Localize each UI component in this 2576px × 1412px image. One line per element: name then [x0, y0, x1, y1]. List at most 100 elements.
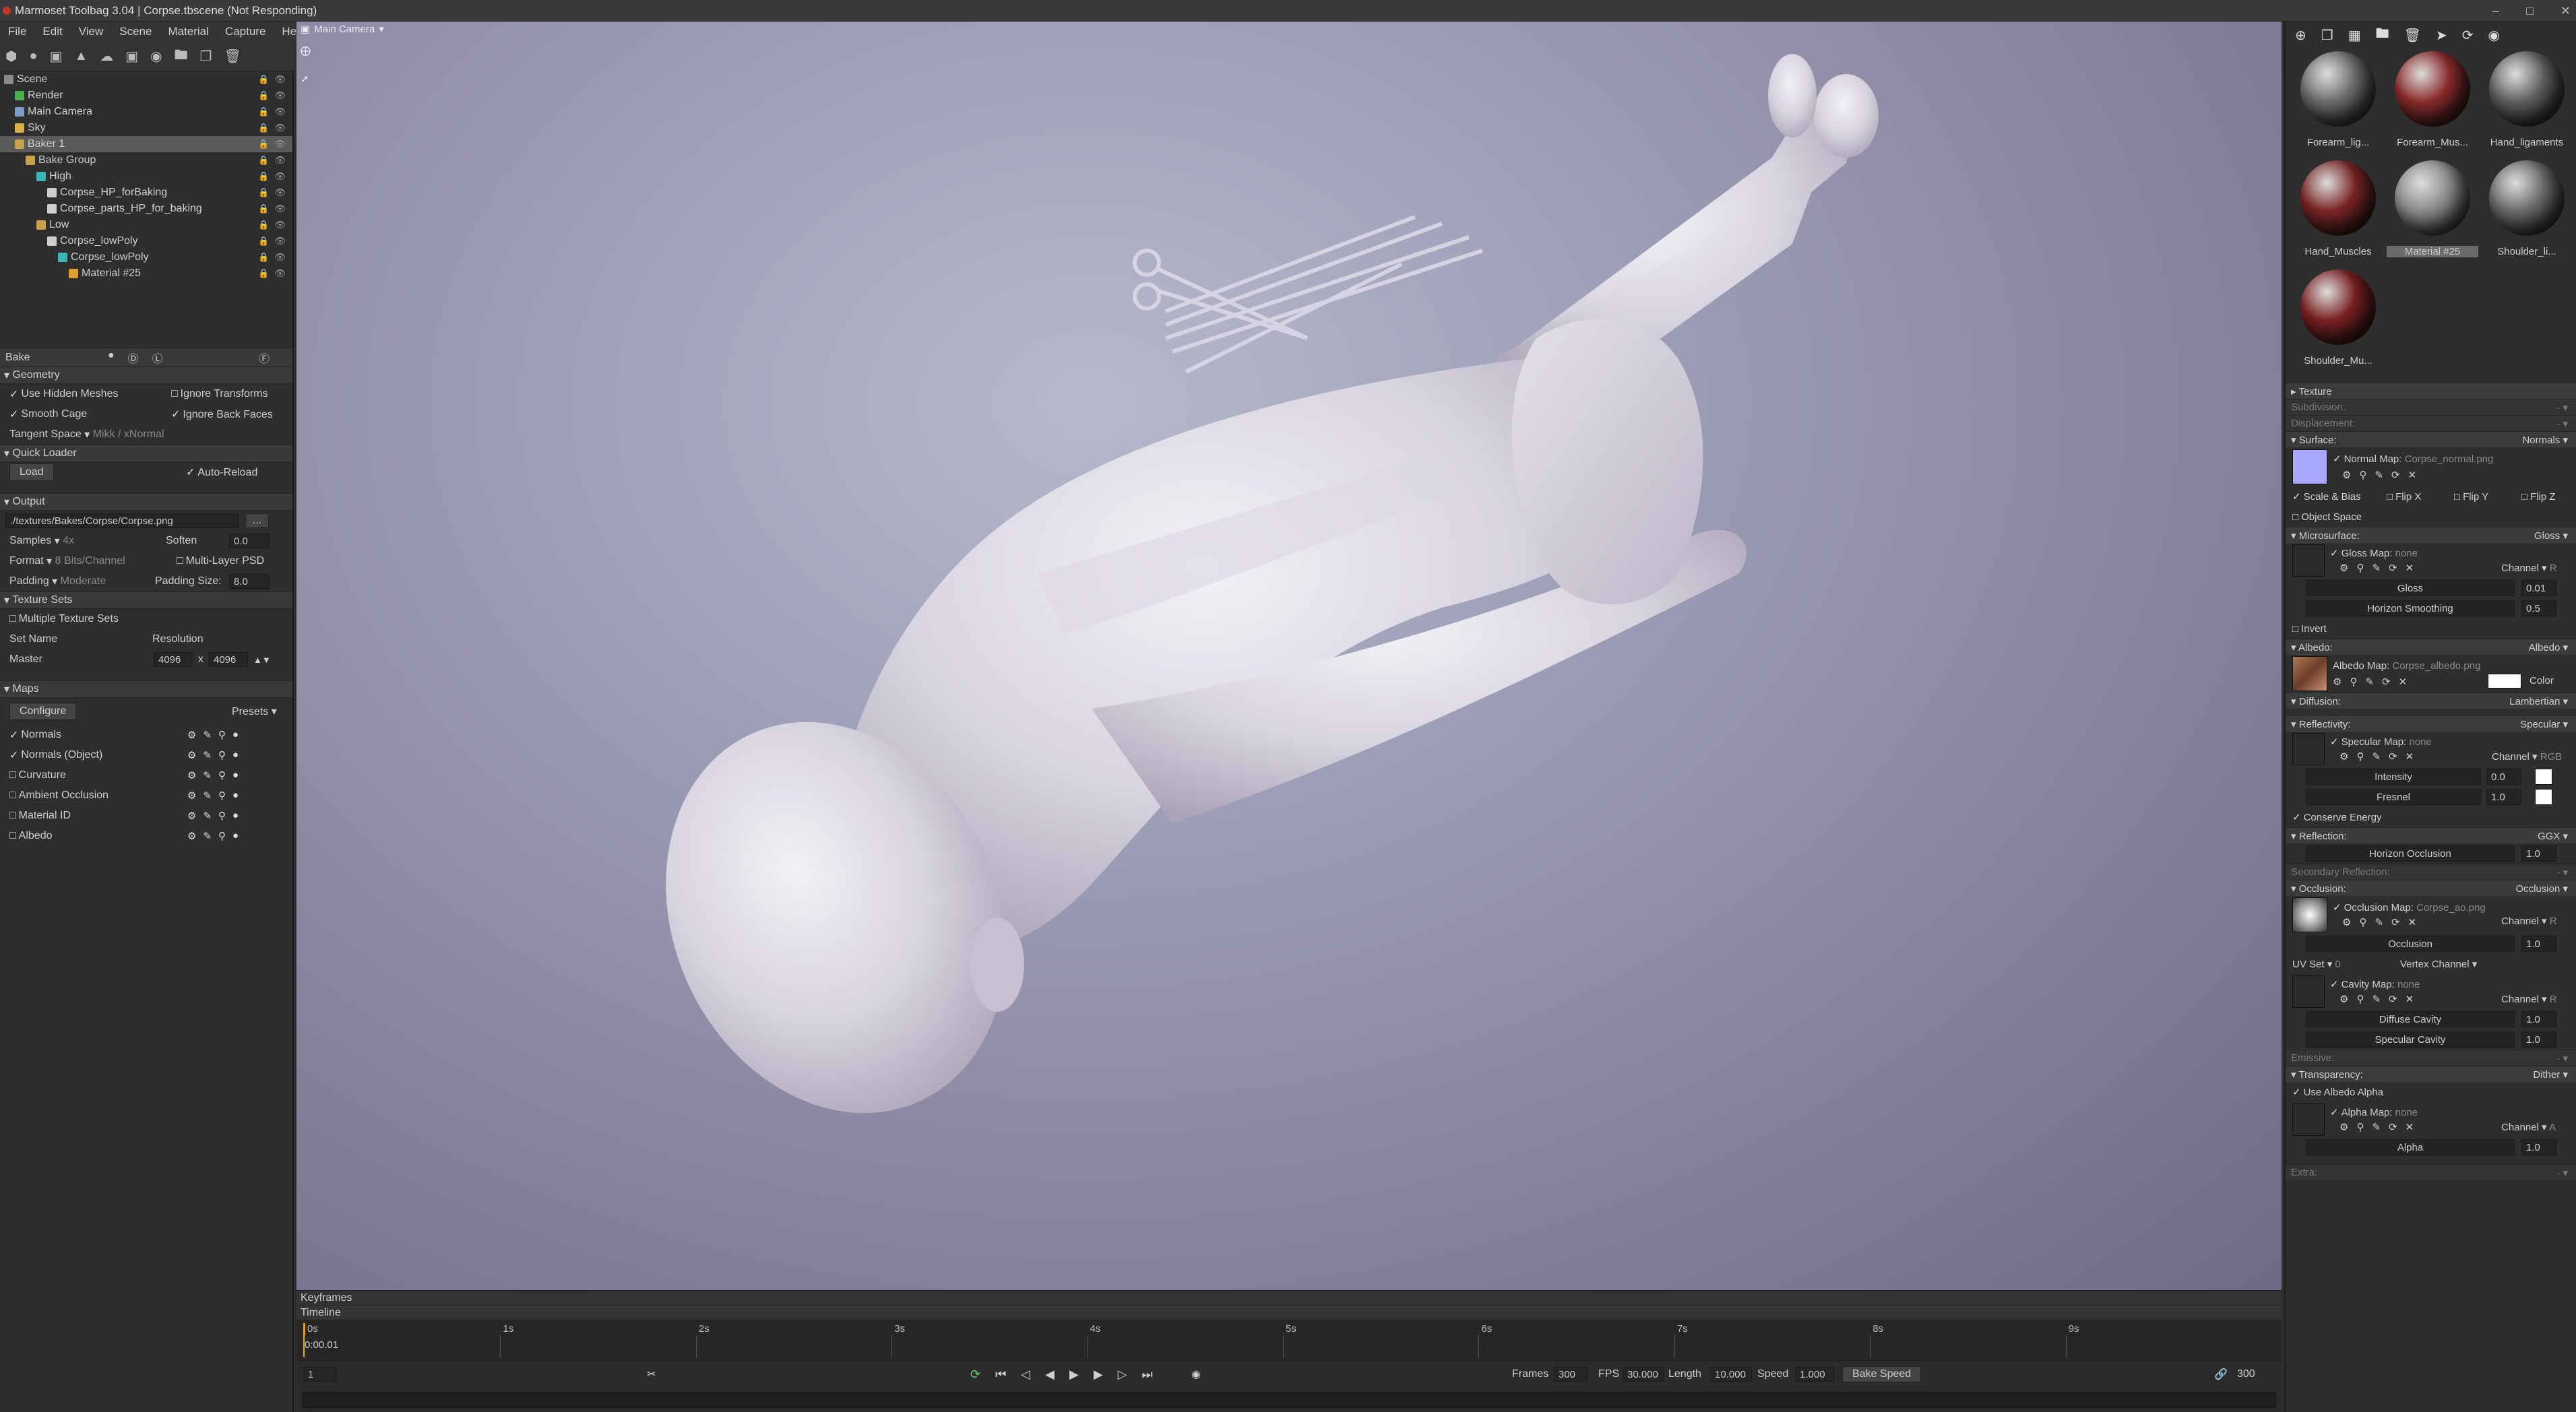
albedo-clear-icon[interactable]: ✕ [2399, 676, 2408, 688]
occlusion-settings-icon[interactable]: ⚙ [2342, 916, 2351, 928]
menu-edit[interactable]: Edit [34, 25, 70, 38]
low-toggle-icon[interactable]: Ⓛ [152, 350, 163, 366]
scene-tree-item[interactable]: Material #25 🔒 👁 [0, 265, 292, 282]
tangent-dropdown-icon[interactable]: ▾ [84, 428, 90, 441]
lock-icon[interactable]: 🔒 [258, 187, 269, 198]
auto-reload-checkbox[interactable]: ✓ [186, 467, 195, 478]
albedo-mode[interactable]: Albedo [2529, 642, 2561, 653]
occlusion-map-checkbox[interactable]: ✓ [2333, 902, 2342, 913]
map-settings-icon[interactable]: ⚙ [2342, 469, 2351, 481]
reflection-mode[interactable]: GGX [2538, 831, 2560, 842]
map-edit-icon[interactable]: ✎ [203, 769, 212, 781]
visibility-eye-icon[interactable]: 👁 [274, 236, 286, 247]
folder-icon[interactable]: 🖿 [175, 45, 188, 68]
scene-tree-item[interactable]: Corpse_parts_HP_for_baking 🔒 👁 [0, 201, 292, 217]
occlusion-map-thumbnail[interactable] [2292, 897, 2327, 932]
quick-loader-header[interactable]: ▾ Quick Loader [0, 445, 292, 462]
material-view-icon[interactable]: ◉ [2488, 27, 2500, 44]
material-folder-icon[interactable]: 🖿 [2376, 24, 2389, 46]
soften-field[interactable]: 0.0 [229, 534, 270, 548]
texture-sets-header[interactable]: ▾ Texture Sets [0, 591, 292, 609]
maps-section-header[interactable]: ▾ Maps [0, 680, 292, 698]
length-field[interactable]: 10.000 [1710, 1367, 1752, 1382]
map-edit-icon[interactable]: ✎ [203, 729, 212, 741]
lock-icon[interactable]: 🔒 [258, 155, 269, 166]
normal-map-file[interactable]: Corpse_normal.png [2405, 453, 2494, 465]
map-reload-icon[interactable]: ⟳ [2391, 469, 2400, 481]
add-camera-icon[interactable]: ▣ [50, 48, 63, 65]
lock-icon[interactable]: 🔒 [258, 252, 269, 263]
menu-scene[interactable]: Scene [111, 25, 160, 38]
visibility-eye-icon[interactable]: 👁 [274, 106, 286, 117]
fps-field[interactable]: 30.000 [1623, 1367, 1664, 1382]
conserve-energy-checkbox[interactable]: ✓ [2292, 811, 2301, 823]
cavity-map-thumbnail[interactable] [2292, 975, 2325, 1008]
map-search-icon[interactable]: ⚲ [218, 749, 226, 761]
visibility-eye-icon[interactable]: 👁 [274, 74, 286, 85]
specular-map-file[interactable]: none [2409, 736, 2431, 748]
resolution-height-field[interactable]: 4096 [209, 652, 248, 667]
specular-search-icon[interactable]: ⚲ [2356, 750, 2364, 763]
geometry-section-header[interactable]: ▾ Geometry [0, 366, 292, 384]
bake-map-checkbox[interactable]: ✓ [9, 748, 18, 762]
intensity-slider[interactable]: Intensity [2306, 769, 2481, 785]
diffusion-mode[interactable]: Lambertian [2509, 696, 2560, 707]
browse-button[interactable]: ... [245, 513, 270, 528]
map-settings-icon[interactable]: ⚙ [187, 749, 196, 761]
gloss-map-checkbox[interactable]: ✓ [2330, 548, 2339, 559]
3d-viewport[interactable]: ▣ Main Camera ▾ ⨁ ➚ [296, 22, 2282, 1297]
resolution-stepper-icon[interactable]: ▲▼ [253, 655, 271, 665]
material-thumbnail[interactable]: Hand_ligaments [2481, 49, 2573, 154]
specular-map-checkbox[interactable]: ✓ [2330, 736, 2339, 748]
scene-tree-item[interactable]: Render 🔒 👁 [0, 88, 292, 104]
occlusion-clear-icon[interactable]: ✕ [2408, 916, 2417, 928]
horizon-occlusion-value[interactable]: 1.0 [2521, 845, 2556, 862]
scene-tree-item[interactable]: Baker 1 🔒 👁 [0, 136, 292, 152]
bake-map-checkbox[interactable]: □ [9, 830, 16, 842]
alpha-slider[interactable]: Alpha [2306, 1139, 2515, 1155]
menu-material[interactable]: Material [160, 25, 216, 38]
reflectivity-mode[interactable]: Specular [2520, 719, 2560, 730]
extra-section[interactable]: Extra: - ▾ [2286, 1164, 2576, 1180]
lock-icon[interactable]: 🔒 [258, 171, 269, 182]
alpha-edit-icon[interactable]: ✎ [2372, 1121, 2381, 1133]
output-path-field[interactable]: ./textures/Bakes/Corpse/Corpse.png [5, 513, 239, 528]
scene-tree-item[interactable]: Corpse_HP_forBaking 🔒 👁 [0, 185, 292, 201]
bake-toggle-icon[interactable]: ● [108, 350, 115, 366]
map-preview-icon[interactable]: ● [232, 790, 239, 802]
scene-tree-item[interactable]: High 🔒 👁 [0, 168, 292, 185]
bake-map-checkbox[interactable]: □ [9, 769, 16, 781]
gloss-map-thumbnail[interactable] [2292, 544, 2325, 577]
occlusion-slider[interactable]: Occlusion [2306, 936, 2515, 952]
map-edit-icon[interactable]: ✎ [203, 810, 212, 822]
occlusion-edit-icon[interactable]: ✎ [2375, 916, 2383, 928]
visibility-eye-icon[interactable]: 👁 [274, 268, 286, 279]
add-sky-icon[interactable]: ☁ [100, 48, 113, 65]
add-baker-icon[interactable]: ▣ [125, 48, 138, 65]
albedo-color-swatch[interactable] [2488, 674, 2521, 688]
occlusion-channel-value[interactable]: R [2550, 916, 2557, 927]
surface-mode[interactable]: Normals [2522, 435, 2560, 446]
map-edit-icon[interactable]: ✎ [203, 790, 212, 802]
visibility-eye-icon[interactable]: 👁 [274, 187, 286, 198]
multiple-sets-checkbox[interactable]: □ [9, 613, 16, 625]
bake-map-checkbox[interactable]: □ [9, 790, 16, 802]
albedo-section[interactable]: ▾ Albedo: Albedo ▾ [2286, 639, 2576, 655]
specular-map-thumbnail[interactable] [2292, 733, 2325, 765]
diffusion-section[interactable]: ▾ Diffusion: Lambertian ▾ [2286, 693, 2576, 709]
use-hidden-checkbox[interactable]: ✓ [9, 387, 18, 401]
settings-icon[interactable]: ◉ [1191, 1368, 1201, 1381]
high-toggle-icon[interactable]: Ⓓ [128, 350, 139, 366]
samples-value[interactable]: 4x [63, 535, 74, 547]
texture-section[interactable]: ▸ Texture [2286, 383, 2576, 399]
normal-map-thumbnail[interactable] [2292, 449, 2327, 484]
padding-value[interactable]: Moderate [61, 575, 106, 587]
specular-clear-icon[interactable]: ✕ [2406, 750, 2414, 763]
lock-icon[interactable]: 🔒 [258, 236, 269, 247]
format-value[interactable]: 8 Bits/Channel [55, 555, 125, 567]
timeline-ruler[interactable]: 0:00.01 0s 1s 2s 3s 4s 5s 6s 7s 8s 9s [296, 1320, 2282, 1361]
microsurface-section[interactable]: ▾ Microsurface: Gloss ▾ [2286, 527, 2576, 543]
lock-icon[interactable]: 🔒 [258, 123, 269, 133]
visibility-eye-icon[interactable]: 👁 [274, 123, 286, 133]
map-settings-icon[interactable]: ⚙ [187, 790, 196, 802]
